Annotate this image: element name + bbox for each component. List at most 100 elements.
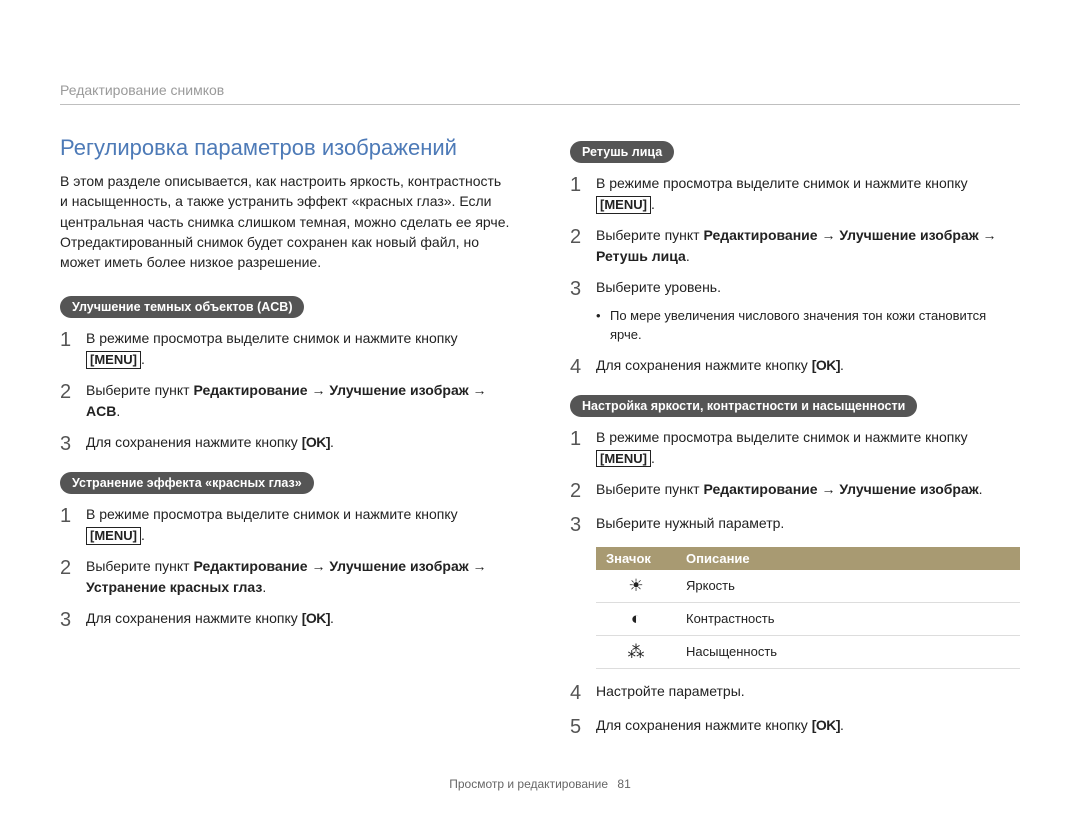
step-text: Для сохранения нажмите кнопку OK. [596, 355, 1020, 376]
table-row: ◐ Контрастность [596, 602, 1020, 635]
step-item: 1 В режиме просмотра выделите снимок и н… [570, 173, 1020, 215]
step-item: 1 В режиме просмотра выделите снимок и н… [60, 504, 510, 546]
step-text: Для сохранения нажмите кнопку OK. [86, 432, 510, 453]
steps-face: 1 В режиме просмотра выделите снимок и н… [570, 173, 1020, 379]
step-text: Выберите пункт Редактирование → Улучшени… [86, 380, 510, 422]
step-number: 3 [570, 513, 596, 537]
pill-acb: Улучшение темных объектов (ACB) [60, 296, 304, 318]
right-column: Ретушь лица 1 В режиме просмотра выделит… [570, 135, 1020, 749]
step-post: . [116, 403, 120, 419]
step-item: 3 Для сохранения нажмите кнопку OK. [60, 608, 510, 632]
left-column: Регулировка параметров изображений В это… [60, 135, 510, 749]
step-number: 2 [60, 380, 86, 404]
brightness-icon: ☀ [596, 570, 676, 603]
pill-face: Ретушь лица [570, 141, 674, 163]
step-number: 2 [60, 556, 86, 580]
step-pre: Для сохранения нажмите кнопку [596, 357, 812, 373]
table-cell-desc: Контрастность [676, 602, 1020, 635]
step-item: 2 Выберите пункт Редактирование → Улучше… [60, 380, 510, 422]
step-item: 4 Для сохранения нажмите кнопку OK. [570, 355, 1020, 379]
step-pre: Выберите нужный параметр. [596, 515, 784, 531]
step-number: 1 [570, 427, 596, 451]
saturation-icon: ⁂ [596, 635, 676, 668]
step-item: 2 Выберите пункт Редактирование → Улучше… [570, 225, 1020, 267]
step-bold: Редактирование → Улучшение изображ [703, 481, 978, 497]
step-item: 1 В режиме просмотра выделите снимок и н… [60, 328, 510, 370]
step-item: 1 В режиме просмотра выделите снимок и н… [570, 427, 1020, 469]
step-bullet: • По мере увеличения числового значения … [596, 307, 1020, 345]
step-pre: В режиме просмотра выделите снимок и наж… [86, 506, 458, 522]
step-number: 2 [570, 225, 596, 249]
step-text: Для сохранения нажмите кнопку OK. [86, 608, 510, 629]
step-pre: Выберите пункт [596, 481, 703, 497]
step-pre: В режиме просмотра выделите снимок и наж… [596, 429, 968, 445]
pill-bcs: Настройка яркости, контрастности и насыщ… [570, 395, 917, 417]
step-pre: Для сохранения нажмите кнопку [86, 610, 302, 626]
step-item: 3 Выберите уровень. [570, 277, 1020, 301]
step-post: . [686, 248, 690, 264]
step-post: . [330, 610, 334, 626]
bullet-text: По мере увеличения числового значения то… [610, 307, 1020, 345]
steps-acb: 1 В режиме просмотра выделите снимок и н… [60, 328, 510, 456]
step-item: 2 Выберите пункт Редактирование → Улучше… [60, 556, 510, 598]
table-header-desc: Описание [676, 547, 1020, 570]
intro-paragraph: В этом разделе описывается, как настроит… [60, 171, 510, 272]
step-text: Выберите уровень. [596, 277, 1020, 298]
step-post: . [840, 357, 844, 373]
page-footer: Просмотр и редактирование 81 [0, 777, 1080, 791]
step-post: . [141, 351, 145, 367]
step-text: Выберите пункт Редактирование → Улучшени… [86, 556, 510, 598]
step-text: Выберите пункт Редактирование → Улучшени… [596, 479, 1020, 500]
step-post: . [840, 717, 844, 733]
bullet-icon: • [596, 307, 610, 326]
step-pre: Настройте параметры. [596, 683, 745, 699]
step-pre: Выберите пункт [86, 558, 193, 574]
ok-button-icon: OK [812, 357, 840, 373]
step-pre: В режиме просмотра выделите снимок и наж… [86, 330, 458, 346]
step-pre: Выберите уровень. [596, 279, 721, 295]
manual-page: Редактирование снимков Регулировка парам… [0, 0, 1080, 815]
step-pre: Для сохранения нажмите кнопку [86, 434, 302, 450]
step-text: Настройте параметры. [596, 681, 1020, 702]
step-pre: Для сохранения нажмите кнопку [596, 717, 812, 733]
step-text: Для сохранения нажмите кнопку OK. [596, 715, 1020, 736]
ok-button-icon: OK [302, 610, 330, 626]
step-number: 2 [570, 479, 596, 503]
step-text: Выберите пункт Редактирование → Улучшени… [596, 225, 1020, 267]
step-number: 3 [60, 608, 86, 632]
step-post: . [262, 579, 266, 595]
step-number: 5 [570, 715, 596, 739]
step-number: 4 [570, 355, 596, 379]
table-cell-desc: Яркость [676, 570, 1020, 603]
steps-bcs: 1 В режиме просмотра выделите снимок и н… [570, 427, 1020, 739]
step-item: 4 Настройте параметры. [570, 681, 1020, 705]
step-text: Выберите нужный параметр. [596, 513, 1020, 534]
step-text: В режиме просмотра выделите снимок и наж… [596, 427, 1020, 469]
step-item: 5 Для сохранения нажмите кнопку OK. [570, 715, 1020, 739]
step-post: . [651, 450, 655, 466]
page-number: 81 [617, 777, 630, 791]
step-number: 4 [570, 681, 596, 705]
ok-button-icon: OK [302, 434, 330, 450]
menu-button-icon: MENU [596, 450, 651, 468]
step-post: . [979, 481, 983, 497]
step-post: . [330, 434, 334, 450]
step-number: 1 [60, 328, 86, 352]
table-cell-desc: Насыщенность [676, 635, 1020, 668]
step-pre: Выберите пункт [86, 382, 193, 398]
step-pre: В режиме просмотра выделите снимок и наж… [596, 175, 968, 191]
breadcrumb: Редактирование снимков [60, 82, 1020, 105]
step-number: 3 [60, 432, 86, 456]
icon-description-table: Значок Описание ☀ Яркость ◐ Контрастност… [596, 547, 1020, 669]
steps-redeye: 1 В режиме просмотра выделите снимок и н… [60, 504, 510, 632]
table-header-icon: Значок [596, 547, 676, 570]
menu-button-icon: MENU [596, 196, 651, 214]
pill-redeye: Устранение эффекта «красных глаз» [60, 472, 314, 494]
step-post: . [651, 196, 655, 212]
step-pre: Выберите пункт [596, 227, 703, 243]
step-post: . [141, 527, 145, 543]
step-item: 3 Выберите нужный параметр. [570, 513, 1020, 537]
step-item: 3 Для сохранения нажмите кнопку OK. [60, 432, 510, 456]
step-text: В режиме просмотра выделите снимок и наж… [86, 328, 510, 370]
page-title: Регулировка параметров изображений [60, 135, 510, 161]
